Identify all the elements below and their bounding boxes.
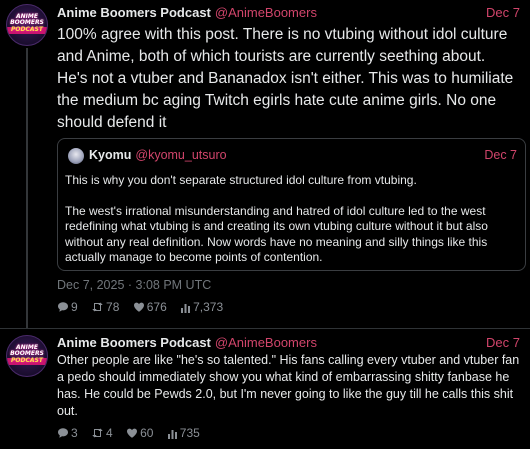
quote-author-handle: @kyomu_utsuro xyxy=(135,148,227,162)
comment-icon xyxy=(58,428,68,438)
post-date[interactable]: Dec 7 xyxy=(486,335,520,350)
repost-count: 78 xyxy=(106,300,120,314)
post-header: Anime Boomers Podcast @AnimeBoomers Dec 7 xyxy=(57,335,522,350)
views-button[interactable]: 7,373 xyxy=(180,300,223,314)
avatar xyxy=(68,148,84,164)
author-name[interactable]: Anime Boomers Podcast xyxy=(57,5,211,20)
quoted-post[interactable]: Kyomu @kyomu_utsuro Dec 7 This is why you… xyxy=(57,138,526,271)
post-stats: 3 4 60 735 xyxy=(57,426,210,440)
view-count: 7,373 xyxy=(193,300,224,314)
retweet-icon xyxy=(92,428,103,438)
views-button[interactable]: 735 xyxy=(167,426,200,440)
post-text: 100% agree with this post. There is no v… xyxy=(57,26,514,131)
repost-button[interactable]: 4 xyxy=(91,426,113,440)
like-button[interactable]: 676 xyxy=(133,300,167,314)
thread-line xyxy=(26,48,28,328)
quote-paragraph: The west's irrational misunderstanding a… xyxy=(65,203,488,265)
heart-icon xyxy=(133,302,144,312)
avatar[interactable]: ANIME BOOMERS PODCAST xyxy=(6,335,48,377)
author-handle[interactable]: @AnimeBoomers xyxy=(215,5,317,20)
avatar[interactable]: ANIME BOOMERS PODCAST xyxy=(6,4,48,46)
quote-author-name: Kyomu xyxy=(89,148,132,162)
reply-button[interactable]: 3 xyxy=(57,426,78,440)
post-text: Other people are like "he's so talented.… xyxy=(57,353,520,418)
repost-count: 4 xyxy=(106,426,113,440)
view-count: 735 xyxy=(179,426,200,440)
author-name[interactable]: Anime Boomers Podcast xyxy=(57,335,211,350)
comment-icon xyxy=(58,302,68,312)
reply-count: 3 xyxy=(71,426,78,440)
avatar-text-line: PODCAST xyxy=(7,358,47,365)
author-handle[interactable]: @AnimeBoomers xyxy=(215,335,317,350)
heart-icon xyxy=(127,428,138,438)
like-button[interactable]: 60 xyxy=(126,426,153,440)
like-count: 60 xyxy=(140,426,154,440)
avatar-text-line: PODCAST xyxy=(7,27,47,34)
reply-count: 9 xyxy=(71,300,78,314)
reply-button[interactable]: 9 xyxy=(57,300,78,314)
post-main: ANIME BOOMERS PODCAST Anime Boomers Podc… xyxy=(0,0,530,328)
post-date[interactable]: Dec 7 xyxy=(486,5,520,20)
quote-paragraph: This is why you don't separate structure… xyxy=(65,173,417,187)
chart-icon xyxy=(181,304,191,313)
chart-icon xyxy=(167,430,177,439)
retweet-icon xyxy=(92,302,103,312)
like-count: 676 xyxy=(146,300,167,314)
post-header: Anime Boomers Podcast @AnimeBoomers Dec 7 xyxy=(57,5,522,20)
post-reply: ANIME BOOMERS PODCAST Anime Boomers Podc… xyxy=(0,329,530,449)
post-timestamp[interactable]: Dec 7, 2025 · 3:08 PM UTC xyxy=(57,278,211,292)
post-stats: 9 78 676 7,373 xyxy=(57,300,233,314)
quote-text: This is why you don't separate structure… xyxy=(65,173,513,266)
repost-button[interactable]: 78 xyxy=(91,300,119,314)
quote-header: Kyomu @kyomu_utsuro Dec 7 xyxy=(89,148,517,162)
quote-date: Dec 7 xyxy=(484,148,517,162)
